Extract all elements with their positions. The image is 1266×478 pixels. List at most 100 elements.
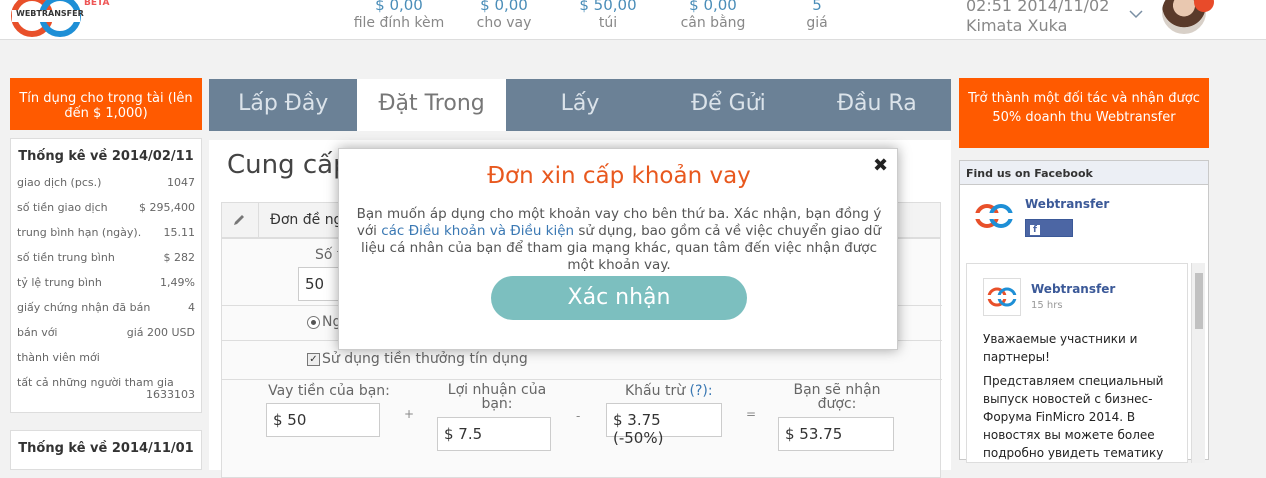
- pencil-icon: [234, 215, 244, 225]
- divider: [222, 379, 942, 380]
- partner-banner[interactable]: Trở thành một đối tác và nhận được 50% d…: [959, 78, 1209, 148]
- stats-box-2: Thống kê về 2014/11/01: [10, 430, 202, 470]
- stats-value: $ 295,400: [139, 201, 195, 214]
- username: Kimata Xuka: [966, 16, 1068, 35]
- bonus-checkbox[interactable]: ✓: [307, 353, 320, 366]
- stat-label: cân bằng: [680, 15, 746, 31]
- profit-input[interactable]: $ 7.5: [437, 417, 551, 451]
- stats-row: giao dịch (pcs.) 1047: [17, 176, 195, 201]
- facebook-icon: f: [1030, 225, 1040, 235]
- facebook-post: Webtransfer 15 hrs Уважаемые участники и…: [966, 263, 1188, 463]
- stat-wallet[interactable]: $ 50,00 túi: [553, 0, 663, 32]
- stats-row: trung bình hạn (ngày). 15.11: [17, 226, 195, 251]
- chevron-down-icon[interactable]: [1128, 6, 1144, 22]
- plus-sign: +: [404, 407, 415, 421]
- facebook-widget-title: Find us on Facebook: [960, 161, 1208, 185]
- user-info: 02:51 2014/11/02 Kimata Xuka: [966, 0, 1109, 36]
- post-text: Уважаемые участники и партнеры! Представ…: [983, 330, 1179, 462]
- stats-row: thành viên mới: [17, 351, 195, 376]
- stats-label: giao dịch (pcs.): [17, 176, 102, 189]
- like-label: Like: [1030, 235, 1056, 248]
- loan-application-modal: Đơn xin cấp khoản vay ✖ Bạn muốn áp dụng…: [338, 148, 898, 350]
- stat-label: túi: [598, 15, 618, 31]
- confirm-button[interactable]: Xác nhận: [491, 276, 747, 320]
- stats-value: 1047: [167, 176, 195, 189]
- form-header-title: Đơn đề ng: [270, 212, 343, 228]
- tab-output[interactable]: Đầu Ra: [803, 79, 951, 131]
- profit-label: Lợi nhuận của bạn:: [447, 382, 547, 412]
- stats-value: 4: [188, 301, 195, 314]
- stat-attachments[interactable]: $ 0,00 file đính kèm: [344, 0, 454, 32]
- stats-row: giấy chứng nhận đã bán 4: [17, 301, 195, 326]
- terms-link[interactable]: các Điều khoản và Điều kiện: [381, 223, 574, 239]
- scrollbar[interactable]: [1191, 263, 1205, 463]
- deduction-help-link[interactable]: (?):: [690, 383, 713, 399]
- tab-fill[interactable]: Lấp Đầy: [209, 79, 357, 131]
- webtransfer-page-logo[interactable]: [972, 197, 1016, 235]
- post-time[interactable]: 15 hrs: [1031, 300, 1063, 311]
- minus-sign: -: [576, 409, 581, 423]
- stat-balance[interactable]: $ 0,00 cân bằng: [658, 0, 768, 32]
- tab-place[interactable]: Đặt Trong: [357, 79, 506, 131]
- facebook-like-button[interactable]: fLike: [1025, 219, 1073, 248]
- facebook-widget: Find us on Facebook Webtransfer fLike We…: [959, 160, 1209, 463]
- receive-input[interactable]: $ 53.75: [778, 417, 894, 451]
- equals-sign: =: [746, 407, 757, 421]
- stats-row: số tiền trung bình $ 282: [17, 251, 195, 276]
- stat-value: $ 0,00: [480, 0, 528, 14]
- arbitrage-credit-banner[interactable]: Tín dụng cho trọng tài (lên đến $ 1,000): [10, 78, 202, 130]
- stat-label: cho vay: [476, 15, 532, 31]
- option-radio[interactable]: [307, 316, 320, 329]
- loan-input[interactable]: $ 50: [266, 403, 380, 437]
- stat-label: file đính kèm: [353, 15, 445, 31]
- post-author[interactable]: Webtransfer: [1031, 282, 1115, 296]
- stat-value: $ 0,00: [375, 0, 423, 14]
- stats-row: bán với giá 200 USD: [17, 326, 195, 351]
- stats-value: $ 282: [163, 251, 196, 264]
- stats-title-2: Thống kê về 2014/11/01: [18, 441, 194, 456]
- modal-title: Đơn xin cấp khoản vay: [487, 163, 751, 189]
- stats-label: số tiền giao dịch: [17, 201, 108, 214]
- stat-value: $ 50,00: [579, 0, 637, 14]
- stats-label: bán với: [17, 326, 58, 339]
- deduction-label: Khấu trừ (?):: [625, 383, 713, 399]
- stat-value: $ 0,00: [689, 0, 737, 14]
- logo-text: WEBTRANSFER: [16, 9, 84, 18]
- tab-deposit[interactable]: Để Gửi: [654, 79, 802, 131]
- stats-value: 1633103: [146, 388, 195, 401]
- post-avatar[interactable]: [983, 278, 1021, 316]
- left-sidebar: Tín dụng cho trọng tài (lên đến $ 1,000)…: [10, 78, 202, 470]
- top-header: WEBTRANSFER BETA $ 0,00 file đính kèm $ 0…: [0, 0, 1266, 40]
- bonus-checkbox-label: Sử dụng tiền thưởng tín dụng: [322, 351, 528, 367]
- post-paragraph: Представляем специальный выпуск новостей…: [983, 374, 1164, 460]
- stats-value: 1,49%: [160, 276, 195, 289]
- stat-price[interactable]: 5 giá: [762, 0, 872, 32]
- beta-badge: BETA: [84, 0, 110, 8]
- loan-label: Vay tiền của bạn:: [268, 383, 390, 399]
- main-tabs: Lấp Đầy Đặt Trong Lấy Để Gửi Đầu Ra: [209, 79, 951, 131]
- stats-label: số tiền trung bình: [17, 251, 115, 264]
- scrollbar-thumb[interactable]: [1195, 273, 1203, 329]
- stats-label: trung bình hạn (ngày).: [17, 226, 142, 239]
- stat-label: giá: [806, 15, 828, 31]
- webtransfer-logo[interactable]: WEBTRANSFER BETA: [8, 0, 109, 38]
- stat-lending[interactable]: $ 0,00 cho vay: [449, 0, 559, 32]
- close-icon[interactable]: ✖: [873, 155, 888, 176]
- stats-box: Thống kê về 2014/02/11 giao dịch (pcs.) 1…: [10, 138, 202, 413]
- right-sidebar: Trở thành một đối tác và nhận được 50% d…: [959, 78, 1209, 463]
- divider: [258, 203, 259, 239]
- post-paragraph: Уважаемые участники и партнеры!: [983, 332, 1138, 364]
- tab-take[interactable]: Lấy: [506, 79, 654, 131]
- stats-label: giấy chứng nhận đã bán: [17, 301, 151, 314]
- deduction-input[interactable]: $ 3.75 (-50%): [606, 403, 722, 447]
- deduction-label-text: Khấu trừ: [625, 383, 686, 399]
- stats-row: tất cả những người tham gia 1633103: [17, 376, 195, 406]
- stats-row: số tiền giao dịch $ 295,400: [17, 201, 195, 226]
- stats-value: 15.11: [163, 226, 196, 239]
- stats-label: thành viên mới: [17, 351, 100, 364]
- facebook-page-name[interactable]: Webtransfer: [1025, 197, 1109, 211]
- page-title: Cung cấp: [227, 150, 350, 180]
- modal-message: Bạn muốn áp dụng cho một khoản vay cho b…: [353, 206, 885, 274]
- receive-label: Bạn sẽ nhận được:: [793, 382, 881, 412]
- stats-value: giá 200 USD: [126, 326, 195, 339]
